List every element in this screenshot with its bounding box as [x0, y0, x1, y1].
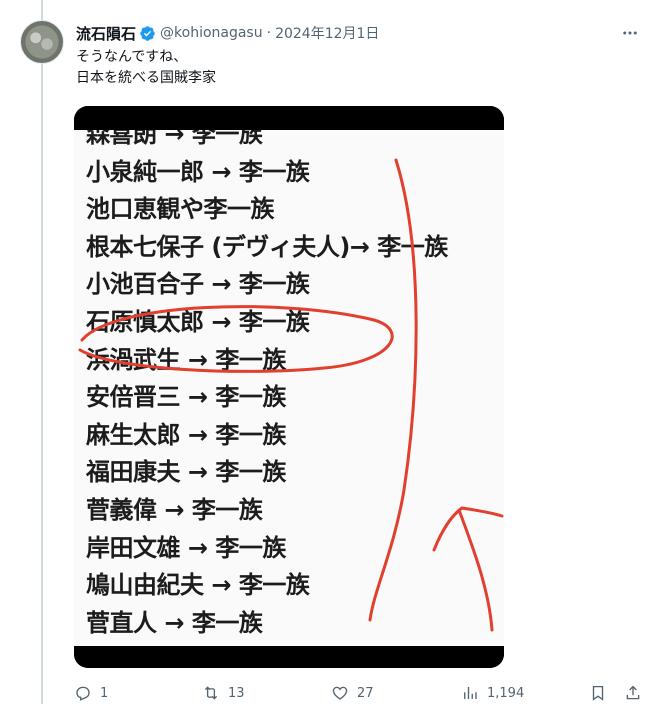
share-icon [626, 685, 640, 700]
action-bar: 1 13 27 1,194 [74, 682, 649, 704]
tweet-header: 流石隕石 @kohionagasu · 2024年12月1日 [76, 22, 379, 44]
list-item: 菅義偉 → 李一族 [86, 495, 263, 524]
heart-icon [332, 686, 348, 700]
user-handle[interactable]: @kohionagasu [160, 25, 263, 41]
more-icon[interactable] [621, 24, 639, 42]
list-item: 石原慎太郎 → 李一族 [86, 307, 310, 336]
bookmark-button[interactable] [589, 682, 607, 704]
list-item: 浜渦武生 → 李一族 [86, 345, 286, 374]
retweet-button[interactable]: 13 [202, 682, 245, 704]
like-button[interactable]: 27 [331, 682, 374, 704]
names-list: 森喜朗 → 李一族 小泉純一郎 → 李一族 池口恵観や李一族 根本七保子 (デヴ… [86, 130, 448, 642]
views-icon [464, 687, 477, 699]
list-item: 小泉純一郎 → 李一族 [86, 157, 310, 186]
tweet-text-line: そうなんですね、 [76, 49, 188, 65]
list-item: 根本七保子 (デヴィ夫人)→ 李一族 [86, 232, 448, 261]
list-item: 小池百合子 → 李一族 [86, 270, 310, 299]
reply-button[interactable]: 1 [74, 682, 108, 704]
list-item: 鳩山由紀夫 → 李一族 [86, 571, 310, 600]
retweet-icon [204, 686, 218, 700]
list-item: 安倍晋三 → 李一族 [86, 383, 286, 412]
avatar[interactable] [20, 20, 64, 64]
image-letterbox-top [74, 106, 504, 130]
list-item: 福田康夫 → 李一族 [86, 458, 286, 487]
tweet-image[interactable]: 森喜朗 → 李一族 小泉純一郎 → 李一族 池口恵観や李一族 根本七保子 (デヴ… [74, 106, 504, 668]
display-name[interactable]: 流石隕石 [76, 23, 136, 44]
thread-line [41, 0, 43, 704]
tweet-text: そうなんですね、 日本を統べる国賊李家 [76, 47, 216, 89]
list-item: 菅直人 → 李一族 [86, 608, 263, 637]
list-item: 森喜朗 → 李一族 [86, 130, 263, 148]
separator-dot: · [266, 25, 272, 41]
share-button[interactable] [624, 682, 642, 704]
view-count: 1,194 [487, 685, 525, 701]
views-button[interactable]: 1,194 [461, 682, 524, 704]
image-content: 森喜朗 → 李一族 小泉純一郎 → 李一族 池口恵観や李一族 根本七保子 (デヴ… [74, 130, 504, 646]
bookmark-icon [592, 685, 604, 701]
reply-icon [76, 686, 90, 701]
list-item: 池口恵観や李一族 [86, 195, 274, 224]
list-item: 岸田文雄 → 李一族 [86, 533, 286, 562]
reply-count: 1 [100, 685, 109, 701]
like-count: 27 [357, 685, 374, 701]
image-letterbox-bottom [74, 646, 504, 668]
tweet-text-line: 日本を統べる国賊李家 [76, 70, 216, 86]
list-item: 麻生太郎 → 李一族 [86, 420, 286, 449]
tweet-date[interactable]: 2024年12月1日 [275, 23, 379, 43]
verified-badge-icon [140, 25, 155, 41]
retweet-count: 13 [228, 685, 245, 701]
